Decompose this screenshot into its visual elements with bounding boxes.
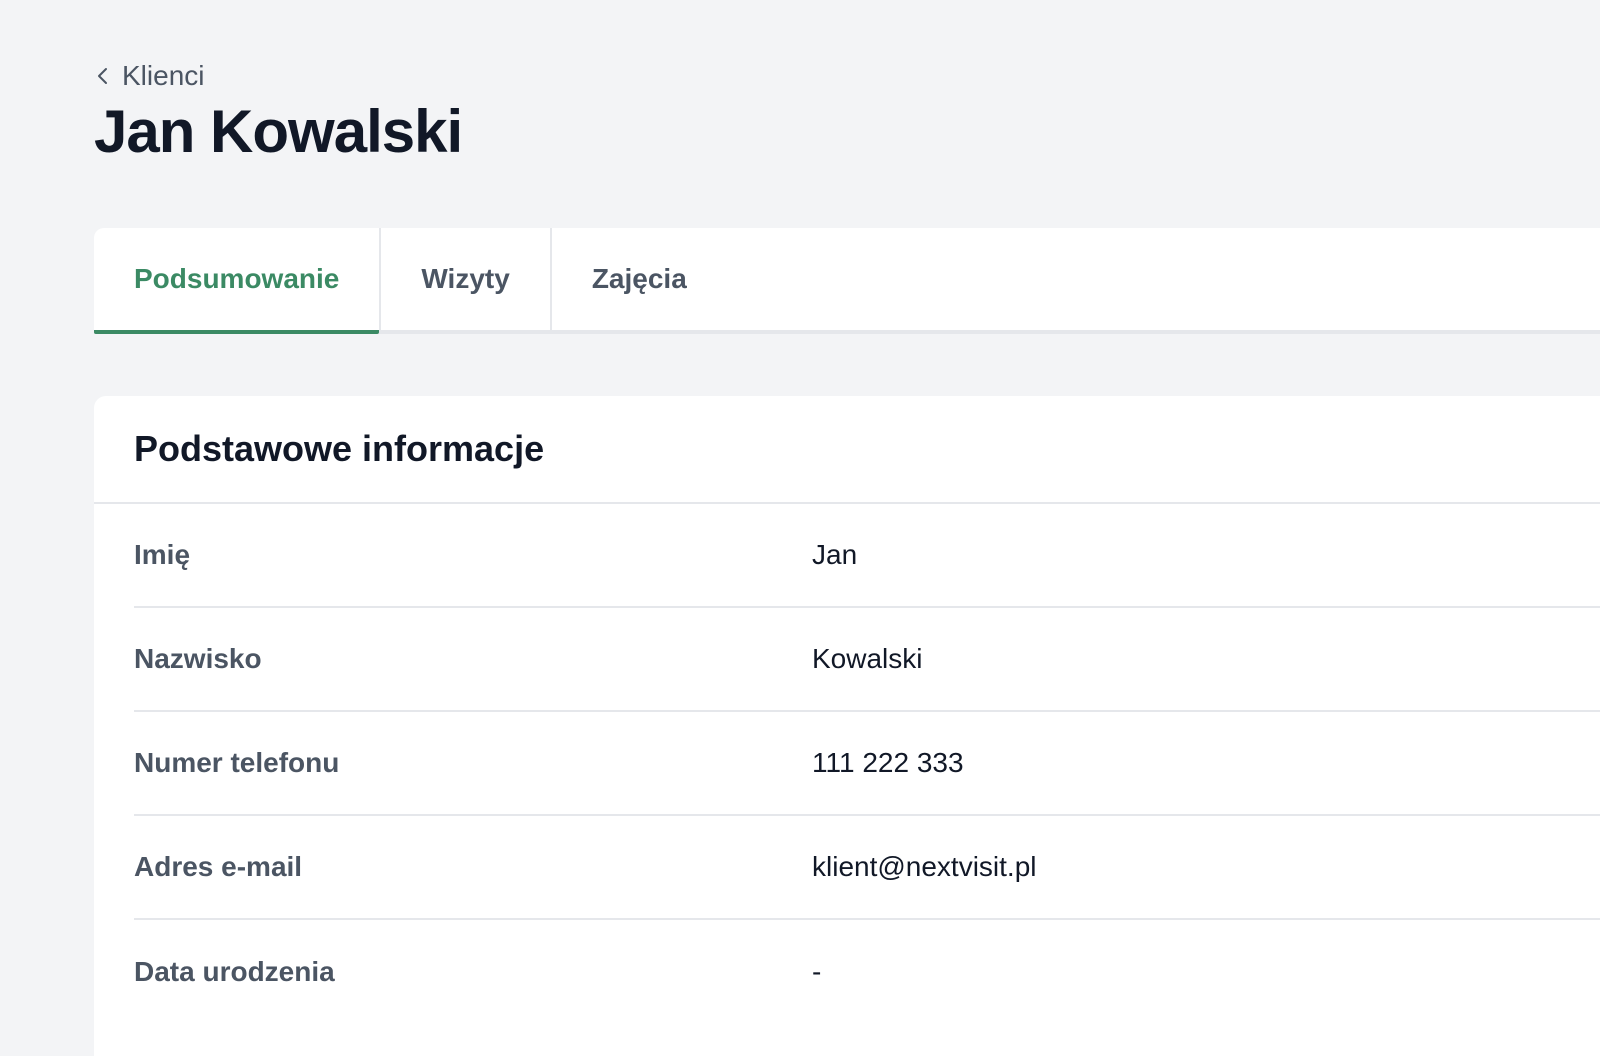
card-title: Podstawowe informacje (134, 428, 545, 469)
row-value: Jan (812, 539, 858, 570)
client-detail-page: Klienci Jan Kowalski Podsumowanie Wizyty… (94, 0, 1600, 1056)
tab-zajecia[interactable]: Zajęcia (552, 228, 727, 330)
row-label: Numer telefonu (134, 747, 340, 778)
tab-label: Podsumowanie (134, 263, 340, 294)
info-row-birth-date: Data urodzenia - (134, 920, 1600, 1024)
breadcrumb-label: Klienci (122, 60, 205, 91)
chevron-left-icon (94, 67, 112, 85)
info-row-phone: Numer telefonu 111 222 333 (134, 712, 1600, 816)
row-value: Kowalski (812, 643, 923, 674)
tabs-bar: Podsumowanie Wizyty Zajęcia (94, 228, 1600, 334)
row-label: Data urodzenia (134, 956, 335, 987)
page-title: Jan Kowalski (94, 98, 463, 165)
info-row-email: Adres e-mail klient@nextvisit.pl (134, 816, 1600, 920)
row-label: Adres e-mail (134, 851, 303, 882)
tab-podsumowanie[interactable]: Podsumowanie (94, 228, 382, 334)
tabs-list: Podsumowanie Wizyty Zajęcia (94, 228, 1600, 334)
row-label: Nazwisko (134, 643, 262, 674)
tab-wizyty[interactable]: Wizyty (381, 228, 552, 330)
row-value: klient@nextvisit.pl (812, 851, 1037, 882)
breadcrumb-back-link[interactable]: Klienci (94, 58, 204, 94)
row-value: 111 222 333 (812, 747, 964, 778)
row-value: - (812, 956, 822, 987)
card-header: Podstawowe informacje (94, 396, 1600, 504)
tab-label: Zajęcia (591, 263, 687, 294)
info-row-last-name: Nazwisko Kowalski (134, 608, 1600, 712)
basic-info-card: Podstawowe informacje Imię Jan Nazwisko … (94, 396, 1600, 1056)
info-list: Imię Jan Nazwisko Kowalski Numer telefon… (94, 504, 1600, 1024)
row-label: Imię (134, 539, 191, 570)
info-row-first-name: Imię Jan (134, 504, 1600, 608)
tab-label: Wizyty (421, 263, 510, 294)
